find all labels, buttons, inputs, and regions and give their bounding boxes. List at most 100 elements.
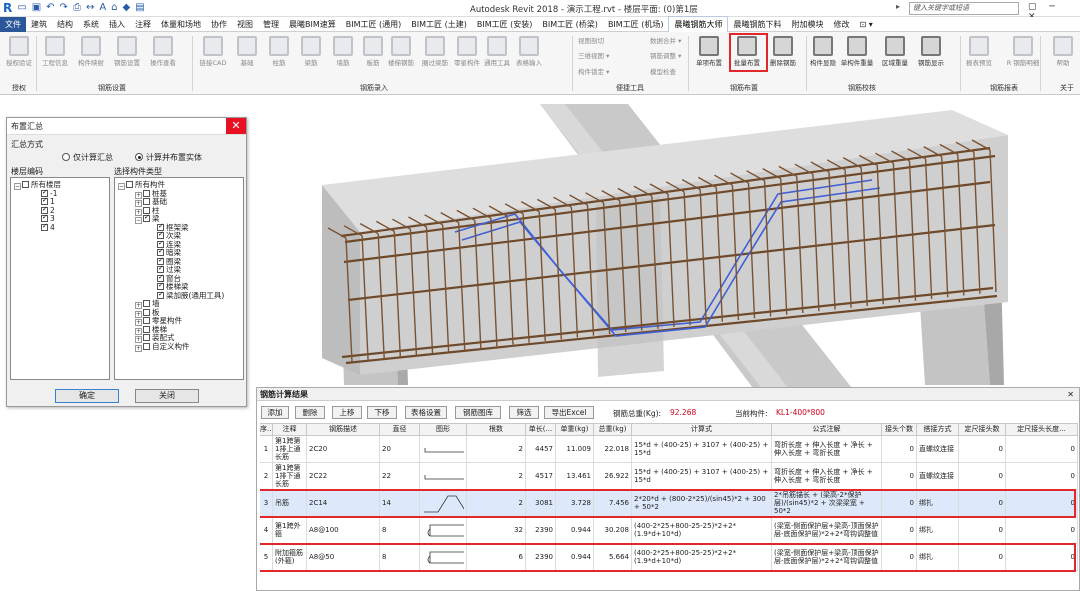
tab-6[interactable]: 体量和场地 [156,17,206,32]
dialog-close-icon[interactable]: ✕ [226,118,246,134]
floor-tree[interactable]: −所有楼层-11234 [10,177,110,380]
checkbox-icon[interactable] [143,308,150,316]
ribbon-button-2[interactable]: 构件映射 [74,36,108,67]
tab-7[interactable]: 协作 [206,17,232,32]
checkbox-icon[interactable] [41,222,48,231]
close-button[interactable]: 关闭 [135,389,199,403]
column-header[interactable]: 序... [260,424,273,435]
tab-19[interactable]: 修改 [828,17,854,32]
ribbon-button-0[interactable]: 授权验证 [2,36,36,67]
column-header[interactable]: 定尺接头长度... [1006,424,1078,435]
calc-only-radio[interactable]: 仅计算汇总 [62,152,113,163]
ribbon-small-4[interactable]: 构件锁定 ▾ [578,66,609,76]
ribbon-button-14[interactable]: 通用工具 [480,36,514,67]
tab-4[interactable]: 插入 [104,17,130,32]
checkbox-icon[interactable] [143,325,150,333]
ribbon-button-15[interactable]: 表格输入 [512,36,546,67]
tab-15[interactable]: BIM工匠 (机场) [603,17,669,32]
tree-item[interactable]: 梁加腋(通用工具) [157,290,224,300]
ribbon-button-19[interactable]: 构件显隐 [806,36,840,67]
tab-3[interactable]: 系统 [78,17,104,32]
checkbox-icon[interactable] [143,300,150,307]
tree-item[interactable]: −梁 [135,213,160,224]
checkbox-icon[interactable] [143,334,150,341]
expand-icon[interactable]: − [14,183,21,190]
column-header[interactable]: 计算式 [632,424,772,435]
column-header[interactable]: 注释 [273,424,307,435]
ribbon-button-21[interactable]: 区域重量 [878,36,912,67]
toolbar-button-0[interactable]: 添加 [261,406,289,419]
ribbon-button-13[interactable]: 零星构件 [450,36,484,67]
table-row[interactable]: 4 第1跨外箍 A8@100 8 32 2390 0.944 30.208 (400-2*25+… [260,517,1078,544]
calc-and-place-radio[interactable]: 计算并布置实体 [135,152,202,163]
ribbon-button-8[interactable]: 梁筋 [294,36,328,67]
tab-8[interactable]: 视图 [232,17,258,32]
revit-logo-icon[interactable]: R [3,2,12,14]
toolbar-button-2[interactable]: 上移 [332,406,362,419]
checkbox-icon[interactable] [157,290,164,299]
column-header[interactable]: 单长(... [526,424,556,435]
table-row[interactable]: 2 第1跨第1排下通长筋 2C22 22 2 4517 13.461 26.922 15*d +… [260,463,1078,490]
toolbar-button-4[interactable]: 表格设置 [405,406,447,419]
checkbox-icon[interactable] [143,342,150,350]
tab-0[interactable]: 文件 [0,16,26,32]
ribbon-small-2[interactable]: 三维视图 ▾ [578,50,609,60]
toolbar-button-5[interactable]: 钢筋图库 [455,406,501,419]
column-header[interactable]: 直径 [380,424,420,435]
ribbon-small-0[interactable]: 视图剖切 [578,35,604,45]
checkbox-icon[interactable] [143,198,150,205]
tab-10[interactable]: 晨曦BIM速算 [284,17,341,32]
ribbon-button-5[interactable]: 链接CAD [196,36,230,67]
checkbox-icon[interactable] [143,213,150,222]
ribbon-button-3[interactable]: 钢筋设置 [110,36,144,67]
column-header[interactable]: 定尺接头数 [959,424,1006,435]
ribbon-button-11[interactable]: 楼梯钢筋 [384,36,418,67]
ribbon-small-1[interactable]: 数据合并 ▾ [650,35,681,45]
undo-icon[interactable]: ↶ [46,2,54,14]
column-header[interactable]: 单重(kg) [556,424,594,435]
table-row[interactable]: 1 第1跨第1排上通长筋 2C20 20 2 4457 11.009 22.018 15*d +… [260,436,1078,463]
ribbon-button-6[interactable]: 基础 [230,36,264,67]
ribbon-button-22[interactable]: 钢筋显示 [914,36,948,67]
tab-20[interactable]: ⊡ ▾ [854,17,877,32]
checkbox-icon[interactable] [143,189,150,197]
column-header[interactable]: 接头个数 [882,424,917,435]
tab-12[interactable]: BIM工匠 (土建) [406,17,472,32]
ribbon-button-20[interactable]: 单构件重量 [840,36,874,67]
expand-icon[interactable]: − [135,217,142,224]
tab-16[interactable]: 晨曦钢筋大师 [668,16,729,32]
ribbon-button-1[interactable]: 工程信息 [38,36,72,67]
print-icon[interactable]: ⎙ [73,2,81,14]
ribbon-small-3[interactable]: 钢筋调整 ▾ [650,50,681,60]
column-header[interactable]: 搭接方式 [917,424,959,435]
checkbox-icon[interactable] [22,181,29,188]
tab-13[interactable]: BIM工匠 (安装) [472,17,538,32]
ribbon-button-24[interactable]: R 钢筋明细 [1006,36,1040,67]
ribbon-button-9[interactable]: 墙筋 [326,36,360,67]
ribbon-button-7[interactable]: 柱筋 [262,36,296,67]
component-tree[interactable]: −所有构件+桩基+基础+柱−梁框架梁次梁连梁暗梁圈梁过梁窗台楼梯梁梁加腋(通用工… [114,177,244,380]
expand-icon[interactable]: − [118,183,125,190]
search-arrow-icon[interactable]: ▸ [896,2,900,11]
ribbon-button-4[interactable]: 操作查看 [146,36,180,67]
checkbox-icon[interactable] [143,317,150,324]
toolbar-button-1[interactable]: 删除 [295,406,325,419]
search-input[interactable]: 键入关键字或短语 [909,2,1019,15]
toolbar-button-3[interactable]: 下移 [367,406,397,419]
save-icon[interactable]: ▣ [32,2,41,14]
text-icon[interactable]: A [99,2,106,14]
expand-icon[interactable]: + [135,344,142,352]
tab-11[interactable]: BIM工匠 (通用) [341,17,407,32]
redo-icon[interactable]: ↷ [60,2,68,14]
tab-17[interactable]: 晨曦钢筋下料 [728,17,786,32]
ribbon-button-12[interactable]: 圈过梁筋 [418,36,452,67]
result-close-icon[interactable]: ✕ [1067,388,1074,401]
column-header[interactable]: 根数 [467,424,526,435]
ribbon-small-5[interactable]: 模型检查 [650,66,676,76]
tab-14[interactable]: BIM工匠 (桥梁) [537,17,603,32]
measure-icon[interactable]: ↔ [86,2,94,14]
open-icon[interactable]: ▭ [17,2,26,14]
tree-item[interactable]: + 自定义构件 [135,342,190,352]
tab-1[interactable]: 建筑 [26,17,52,32]
toolbar-button-7[interactable]: 导出Excel [544,406,594,419]
